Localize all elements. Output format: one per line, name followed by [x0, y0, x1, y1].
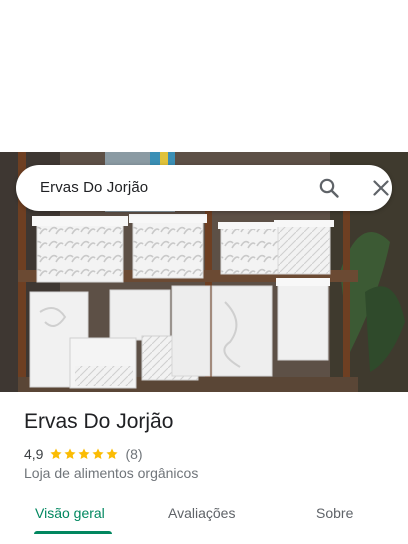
close-icon[interactable] [369, 176, 393, 200]
active-tab-indicator [34, 531, 112, 534]
review-count[interactable]: (8) [125, 446, 142, 462]
star-icon [92, 448, 105, 460]
rating-row[interactable]: 4,9 (8) [24, 445, 143, 463]
place-tabs: Visão geral Avaliações Sobre [0, 495, 408, 535]
search-bar[interactable]: Ervas Do Jorjão [16, 165, 392, 211]
place-category[interactable]: Loja de alimentos orgânicos [24, 465, 198, 481]
rating-value: 4,9 [24, 446, 44, 462]
tab-overview[interactable]: Visão geral [35, 505, 105, 521]
star-icon [106, 448, 119, 460]
tab-about[interactable]: Sobre [316, 505, 353, 521]
tab-reviews[interactable]: Avaliações [168, 505, 235, 521]
place-title: Ervas Do Jorjão [24, 410, 174, 433]
search-query-text[interactable]: Ervas Do Jorjão [40, 179, 148, 196]
star-icon [50, 448, 63, 460]
search-icon[interactable] [317, 176, 341, 200]
star-icon [78, 448, 91, 460]
rating-stars [49, 447, 119, 461]
star-icon [64, 448, 77, 460]
